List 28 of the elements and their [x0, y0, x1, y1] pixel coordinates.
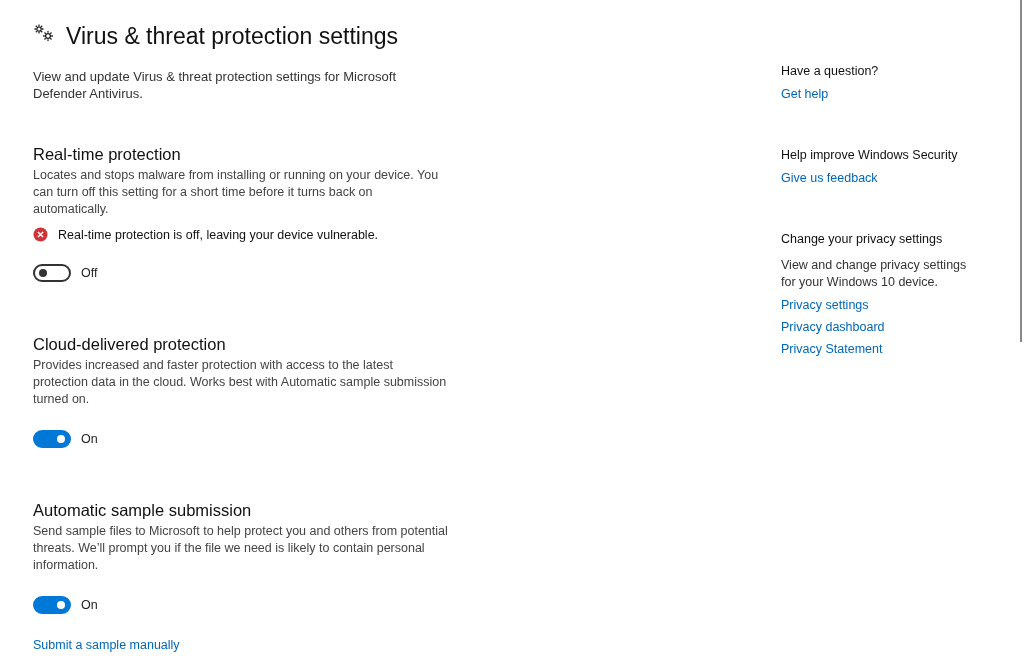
toggle-label: On: [81, 432, 98, 446]
section-description: Provides increased and faster protection with access to the latest protection data in the cloud. Works best with Automatic sample submission turned on.: [33, 357, 448, 408]
toggle-switch[interactable]: [33, 596, 71, 614]
section-description: Locates and stops malware from installing or running on your device. You can turn off this setting for a short time before it turns back on automatically.: [33, 167, 440, 218]
section-title: Automatic sample submission: [33, 500, 253, 520]
toggle-label: On: [81, 598, 98, 612]
page-description: View and update Virus & threat protection settings for Microsoft Defender Antivirus.: [33, 68, 397, 102]
toggle-switch[interactable]: [33, 430, 71, 448]
sidebar-link[interactable]: Privacy Statement: [781, 341, 883, 357]
sidebar-text: View and change privacy settings for your Windows 10 device.: [781, 257, 968, 291]
scrollbar[interactable]: [1020, 0, 1022, 342]
page-title: Virus & threat protection settings: [66, 22, 398, 51]
sidebar-link[interactable]: Give us feedback: [781, 170, 878, 186]
sidebar-link[interactable]: Privacy dashboard: [781, 319, 885, 335]
sidebar-link[interactable]: Privacy settings: [781, 297, 869, 313]
sidebar-link[interactable]: Get help: [781, 86, 829, 102]
sidebar-heading: Have a question?: [781, 63, 880, 80]
error-icon: [33, 227, 48, 242]
section-description: Send sample files to Microsoft to help protect you and others from potential threats. We’ll prompt you if the file we need is likely to contain personal information.: [33, 523, 448, 574]
toggle-switch[interactable]: [33, 264, 71, 282]
settings-icon: [33, 23, 55, 43]
sidebar-heading: Change your privacy settings: [781, 231, 944, 248]
section-title: Cloud-delivered protection: [33, 334, 227, 354]
warning-message: Real-time protection is off, leaving your device vulnerable.: [58, 227, 379, 242]
section-title: Real-time protection: [33, 144, 182, 164]
toggle-label: Off: [81, 266, 98, 280]
submit-sample-link[interactable]: Submit a sample manually: [33, 638, 180, 652]
sidebar-heading: Help improve Windows Security: [781, 147, 959, 164]
